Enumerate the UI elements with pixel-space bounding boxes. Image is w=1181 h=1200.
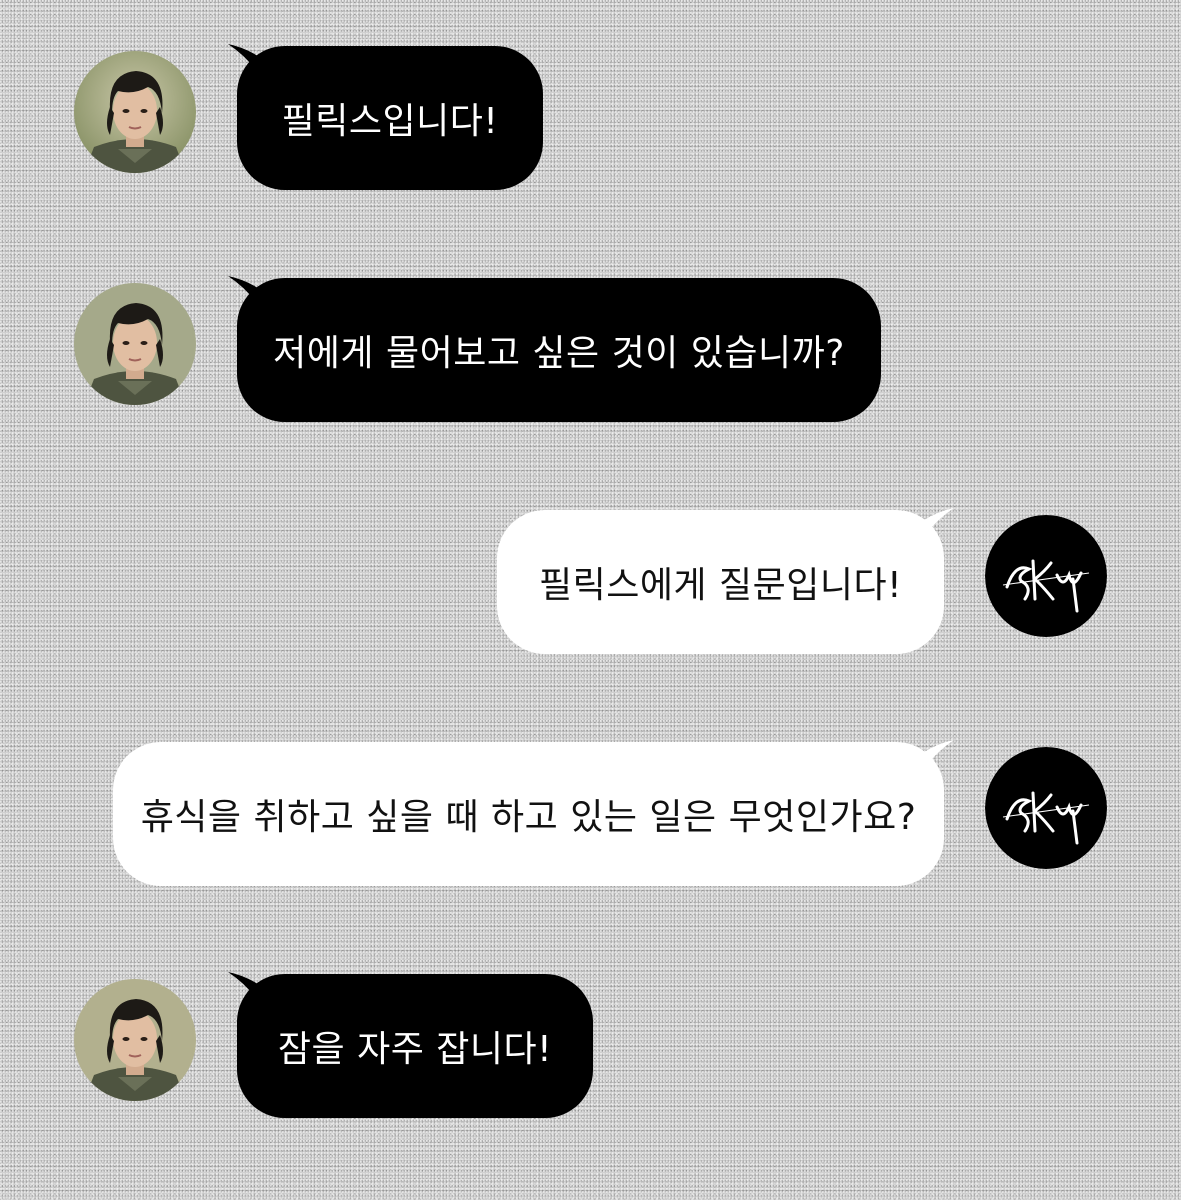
message-bubble[interactable]: 휴식을 취하고 싶을 때 하고 있는 일은 무엇인가요? (113, 742, 944, 886)
bubble-tail (894, 740, 954, 790)
chat-thread: 필릭스입니다! 저에게 물어보고 싶은 것이 있습니까? 필릭스에게 질문입니다… (0, 0, 1181, 1200)
message-bubble[interactable]: 필릭스에게 질문입니다! (497, 510, 944, 654)
message-row-outgoing: 휴식을 취하고 싶을 때 하고 있는 일은 무엇인가요? (0, 740, 1181, 892)
felix-avatar[interactable] (74, 51, 196, 173)
message-text: 저에게 물어보고 싶은 것이 있습니까? (273, 333, 845, 374)
stray-kids-logo-avatar[interactable] (985, 747, 1107, 869)
bubble-tail (894, 508, 954, 558)
message-text: 필릭스에게 질문입니다! (538, 565, 903, 606)
message-text: 휴식을 취하고 싶을 때 하고 있는 일은 무엇인가요? (140, 797, 917, 838)
felix-avatar[interactable] (74, 283, 196, 405)
message-row-incoming: 저에게 물어보고 싶은 것이 있습니까? (0, 276, 1181, 428)
message-row-incoming: 필릭스입니다! (0, 44, 1181, 196)
message-bubble[interactable]: 잠을 자주 잡니다! (237, 974, 593, 1118)
felix-avatar[interactable] (74, 979, 196, 1101)
message-row-incoming: 잠을 자주 잡니다! (0, 972, 1181, 1124)
message-text: 잠을 자주 잡니다! (277, 1029, 553, 1070)
message-bubble[interactable]: 저에게 물어보고 싶은 것이 있습니까? (237, 278, 881, 422)
message-bubble[interactable]: 필릭스입니다! (237, 46, 543, 190)
message-text: 필릭스입니다! (281, 101, 499, 142)
message-row-outgoing: 필릭스에게 질문입니다! (0, 508, 1181, 660)
stray-kids-logo-avatar[interactable] (985, 515, 1107, 637)
